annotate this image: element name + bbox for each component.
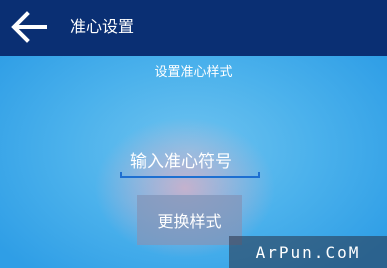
back-button[interactable] (6, 6, 52, 48)
crosshair-symbol-field (120, 148, 260, 180)
top-bar: 准心设置 (0, 0, 387, 56)
app-screen: 准心设置 设置准心样式 更换样式 ArPun.CoM (0, 0, 387, 268)
page-title: 准心设置 (70, 17, 135, 36)
input-underline (120, 172, 260, 178)
section-label: 设置准心样式 (154, 65, 233, 80)
change-style-button[interactable]: 更换样式 (137, 195, 242, 245)
watermark: ArPun.CoM (229, 236, 387, 268)
arrow-left-icon (11, 11, 47, 43)
crosshair-symbol-input[interactable] (120, 148, 260, 176)
